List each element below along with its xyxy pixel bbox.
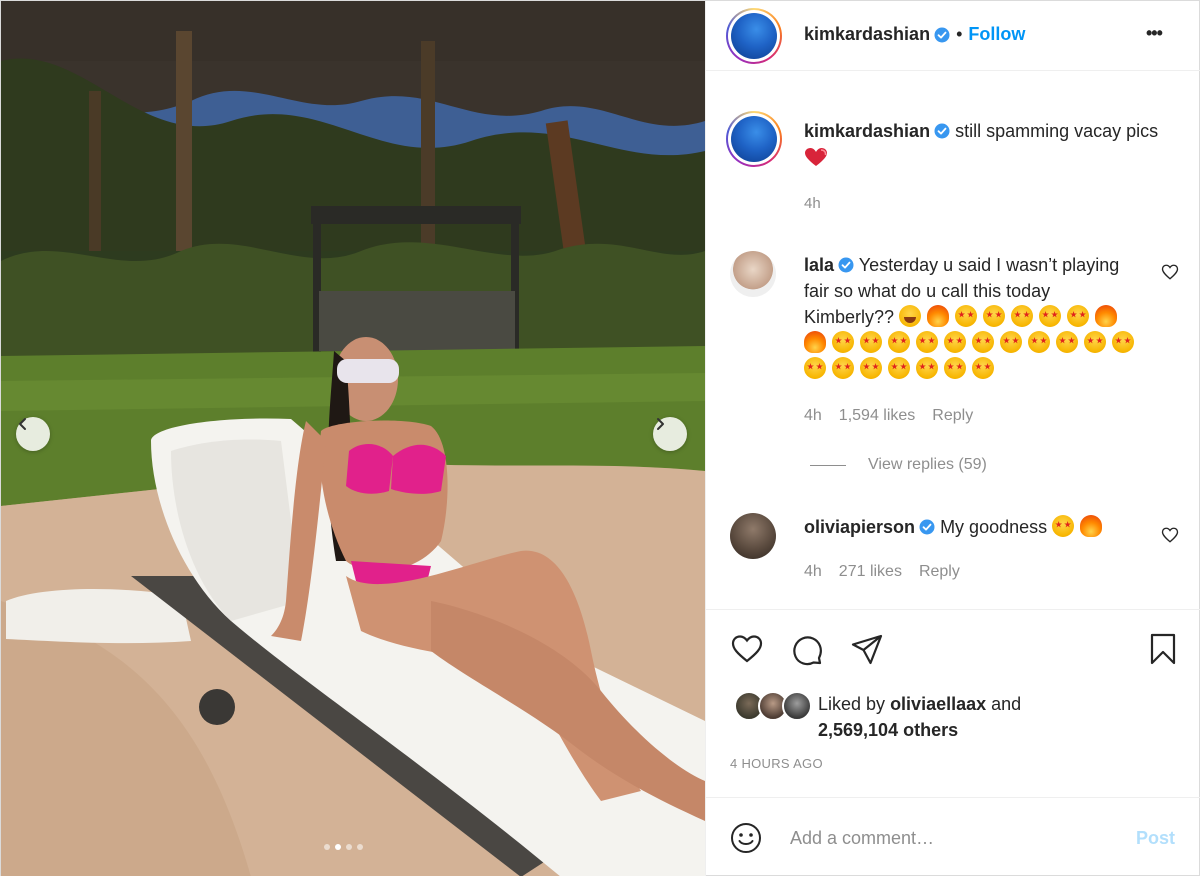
post-modal: kimkardashian • Follow ••• kimkardashian…	[0, 0, 1200, 876]
star-emoji-icon	[860, 331, 882, 353]
previous-slide-button[interactable]	[16, 417, 50, 451]
star-emoji-icon	[972, 357, 994, 379]
verified-badge-icon	[934, 27, 950, 42]
star-emoji-icon	[1067, 305, 1090, 327]
star-emoji-icon	[1000, 331, 1022, 353]
slide-dot	[324, 844, 330, 850]
slide-dot	[346, 844, 352, 850]
comment-username[interactable]: oliviapierson	[804, 517, 915, 537]
star-emoji-icon	[955, 305, 978, 327]
liked-by-prefix: Liked by	[818, 694, 886, 714]
chevron-left-icon	[19, 418, 26, 430]
comment-username[interactable]: lala	[804, 255, 834, 275]
post-details-panel: kimkardashian • Follow ••• kimkardashian…	[705, 1, 1200, 876]
slide-dot	[357, 844, 363, 850]
post-comment-button[interactable]: Post	[1136, 828, 1175, 849]
star-emoji-icon	[1028, 331, 1050, 353]
like-comment-heart-icon[interactable]	[1161, 263, 1179, 281]
heart-emoji-icon	[805, 148, 827, 166]
view-replies-label: View replies (59)	[868, 456, 987, 473]
add-comment-bar: Post	[706, 797, 1200, 876]
likes-count[interactable]: 2,569,104 others	[818, 720, 958, 740]
star-emoji-icon	[944, 357, 966, 379]
share-send-icon[interactable]	[850, 632, 884, 666]
star-emoji-icon	[1112, 331, 1134, 353]
like-heart-icon[interactable]	[730, 632, 764, 666]
post-actions	[706, 609, 1200, 679]
star-emoji-icon	[983, 305, 1006, 327]
star-emoji-icon	[804, 357, 826, 379]
caption-avatar[interactable]	[726, 111, 782, 167]
star-emoji-icon	[972, 331, 994, 353]
verified-badge-icon	[919, 519, 935, 535]
star-emoji-icon	[888, 331, 910, 353]
fire-emoji-icon	[927, 305, 950, 327]
post-header: kimkardashian • Follow •••	[706, 1, 1200, 71]
vacation-photo-illustration	[1, 1, 705, 876]
commenter-avatar[interactable]	[730, 513, 776, 559]
comment-text: My goodness	[940, 517, 1048, 537]
comment-meta: 4h 271 likes Reply	[804, 563, 960, 581]
post-photo	[1, 1, 705, 876]
comment-meta: 4h 1,594 likes Reply	[804, 407, 973, 425]
liked-by-text: Liked by oliviaellaax and 2,569,104 othe…	[818, 691, 1021, 743]
comment-emojis	[1052, 515, 1108, 537]
header-username[interactable]: kimkardashian	[804, 24, 930, 45]
more-options-icon: •••	[1146, 23, 1163, 43]
commenter-avatar[interactable]	[730, 251, 776, 297]
follow-button[interactable]: Follow	[968, 24, 1025, 45]
liked-by-user[interactable]: oliviaellaax	[890, 694, 986, 714]
comment-likes[interactable]: 1,594 likes	[839, 407, 916, 425]
liked-by-and: and	[991, 694, 1022, 714]
comment-oliviapierson: oliviapierson My goodness	[804, 514, 1144, 540]
star-emoji-icon	[944, 331, 966, 353]
verified-badge-icon	[934, 123, 950, 139]
star-emoji-icon	[832, 331, 854, 353]
comment-bubble-icon[interactable]	[790, 632, 824, 666]
star-emoji-icon	[1056, 331, 1078, 353]
liked-by-avatars[interactable]	[734, 691, 814, 721]
replies-divider	[810, 464, 846, 466]
save-bookmark-icon[interactable]	[1146, 632, 1180, 666]
star-emoji-icon	[1039, 305, 1062, 327]
liker-avatar	[782, 691, 812, 721]
star-emoji-icon	[888, 357, 910, 379]
add-comment-input[interactable]	[790, 822, 1110, 854]
comment-time: 4h	[804, 407, 822, 424]
header-user-row: kimkardashian • Follow	[804, 24, 1025, 45]
comment-lala: lala Yesterday u said I wasn’t playing f…	[804, 252, 1144, 382]
star-emoji-icon	[832, 357, 854, 379]
header-separator: •	[956, 24, 963, 44]
more-options-button[interactable]: •••	[1146, 23, 1163, 44]
star-emoji-icon	[916, 331, 938, 353]
fire-emoji-icon	[1095, 305, 1118, 327]
star-emoji-icon	[1052, 515, 1075, 537]
caption-time: 4h	[804, 195, 821, 212]
laugh-emoji-icon	[899, 305, 922, 327]
next-slide-button[interactable]	[653, 417, 687, 451]
fire-emoji-icon	[804, 331, 826, 353]
fire-emoji-icon	[1080, 515, 1103, 537]
view-replies-button[interactable]: View replies (59)	[810, 456, 987, 474]
post-timestamp[interactable]: 4 HOURS AGO	[730, 756, 823, 771]
star-emoji-icon	[860, 357, 882, 379]
comment-likes[interactable]: 271 likes	[839, 563, 902, 581]
star-emoji-icon	[916, 357, 938, 379]
reply-button[interactable]: Reply	[919, 563, 960, 581]
author-avatar[interactable]	[726, 8, 782, 64]
caption-text: still spamming vacay pics	[955, 121, 1159, 141]
comment-time: 4h	[804, 563, 822, 580]
verified-badge-icon	[838, 257, 854, 273]
caption: kimkardashian still spamming vacay pics	[804, 118, 1174, 170]
chevron-right-icon	[657, 418, 664, 430]
star-emoji-icon	[1011, 305, 1034, 327]
emoji-smiley-icon[interactable]	[730, 822, 762, 854]
caption-username[interactable]: kimkardashian	[804, 121, 930, 141]
like-comment-heart-icon[interactable]	[1161, 526, 1179, 544]
slide-indicator	[324, 844, 363, 850]
star-emoji-icon	[1084, 331, 1106, 353]
reply-button[interactable]: Reply	[932, 407, 973, 425]
slide-dot	[335, 844, 341, 850]
